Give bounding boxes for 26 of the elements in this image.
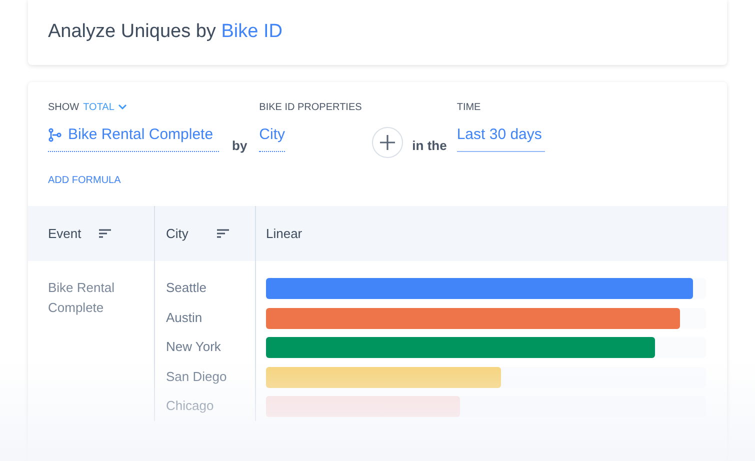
chevron-down-icon [118,104,128,110]
table-cell: New York [166,339,221,354]
show-label: SHOW [48,100,80,114]
flow-icon [48,128,62,142]
add-button[interactable] [372,127,404,158]
by-text: by [232,137,248,155]
table-cell: San Diego [166,368,227,384]
property-label: BIKE ID PROPERTIES [259,101,363,114]
page-title: Analyze Uniques by Bike ID [48,20,282,44]
time-label: TIME [456,101,482,114]
table-cell: Austin [166,310,202,324]
column-header: Linear [266,224,302,243]
sort-icon [99,229,112,238]
column-header: Event [48,224,82,243]
property-selector[interactable]: City [259,124,286,152]
table-cell: Seattle [166,280,206,295]
event-selector[interactable]: Bike Rental Complete [48,124,219,152]
column-header: City [166,224,188,243]
total-dropdown[interactable]: TOTAL [83,100,128,114]
time-selector[interactable]: Last 30 days [456,124,545,152]
plus-icon [380,135,396,150]
in-the-text: in the [412,137,447,155]
table-cell-text: Bike Rental Complete [48,279,116,317]
sort-icon [217,229,230,238]
table-cell: Chicago [166,398,214,413]
add-formula-link[interactable]: ADD FORMULA [48,173,121,188]
